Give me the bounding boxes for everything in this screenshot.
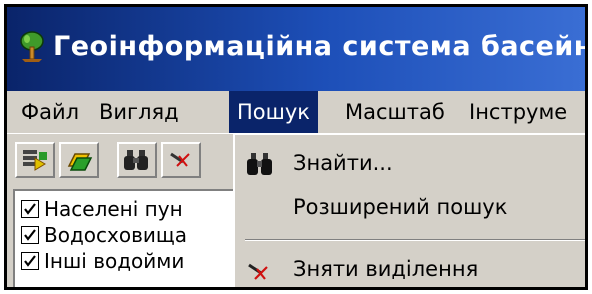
app-window: Геоінформаційна система басейн Файл Вигл…	[4, 4, 588, 290]
checkmark-icon	[24, 254, 36, 267]
clear-selection-icon	[248, 263, 268, 280]
menu-item-label: Розширений пошук	[293, 195, 508, 219]
menu-view[interactable]: Вигляд	[91, 91, 187, 133]
title-bar[interactable]: Геоінформаційна система басейн	[7, 7, 585, 91]
layer-edit-button[interactable]	[59, 142, 99, 178]
layer-label: Інші водойми	[44, 249, 185, 273]
find-button[interactable]	[117, 142, 157, 178]
app-logo-icon	[20, 31, 44, 62]
menu-item-clear-selection[interactable]: Зняти виділення	[235, 251, 585, 287]
menu-item-advanced-search[interactable]: Розширений пошук	[235, 189, 585, 229]
layer-checkbox[interactable]	[21, 199, 39, 218]
layer-add-icon	[23, 150, 47, 171]
menu-tools[interactable]: Інструме	[461, 91, 575, 133]
clear-selection-button[interactable]	[161, 142, 201, 178]
menu-item-find[interactable]: Знайти...	[235, 145, 585, 185]
menu-separator	[245, 239, 585, 241]
layer-item[interactable]: Населені пун	[21, 197, 183, 223]
layer-checkbox[interactable]	[21, 225, 39, 244]
menu-scale[interactable]: Масштаб	[337, 91, 453, 133]
layer-item[interactable]: Водосховища	[21, 223, 187, 249]
menu-item-label: Зняти виділення	[293, 257, 479, 281]
checkmark-icon	[24, 228, 36, 241]
binoculars-icon	[247, 153, 272, 175]
layer-add-button[interactable]	[15, 142, 55, 178]
layer-checkbox[interactable]	[21, 251, 39, 270]
layer-edit-icon	[67, 153, 93, 171]
menu-bar: Файл Вигляд Пошук Масштаб Інструме	[7, 91, 585, 134]
layer-item[interactable]: Інші водойми	[21, 249, 184, 275]
clear-selection-icon	[170, 152, 190, 167]
layer-label: Населені пун	[44, 197, 183, 221]
layer-label: Водосховища	[44, 223, 187, 247]
menu-search[interactable]: Пошук	[229, 91, 318, 133]
menu-file[interactable]: Файл	[13, 91, 87, 133]
menu-item-label: Знайти...	[293, 151, 393, 175]
checkmark-icon	[24, 202, 36, 215]
window-title: Геоінформаційна система басейн	[53, 31, 588, 62]
binoculars-icon	[124, 150, 148, 170]
search-dropdown-menu: Знайти... Розширений пошук Зняти виділен…	[233, 133, 585, 287]
